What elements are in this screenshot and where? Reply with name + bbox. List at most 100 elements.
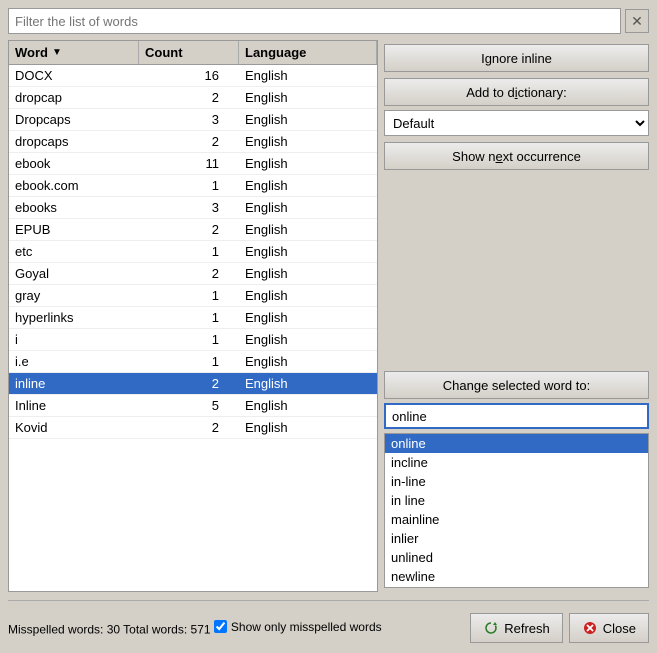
col-header-word[interactable]: Word ▼ — [9, 41, 139, 64]
table-row[interactable]: EPUB 2 English — [9, 219, 377, 241]
table-row[interactable]: gray 1 English — [9, 285, 377, 307]
cell-count: 2 — [139, 219, 239, 240]
table-row[interactable]: Inline 5 English — [9, 395, 377, 417]
cell-count: 1 — [139, 241, 239, 262]
language-col-label: Language — [245, 45, 306, 60]
suggestion-item[interactable]: in line — [385, 491, 648, 510]
col-header-language[interactable]: Language — [239, 41, 377, 64]
cell-language: English — [239, 351, 377, 372]
cell-language: English — [239, 285, 377, 306]
suggestion-item[interactable]: inland — [385, 586, 648, 588]
checkbox-label-text: Show only misspelled words — [231, 620, 382, 634]
table-row[interactable]: Kovid 2 English — [9, 417, 377, 439]
suggestion-item[interactable]: unlined — [385, 548, 648, 567]
add-to-dict-button[interactable]: Add to dictionary: — [384, 78, 649, 106]
cell-count: 2 — [139, 131, 239, 152]
add-dict-label: Add to dictionary: — [466, 85, 566, 100]
cell-count: 1 — [139, 329, 239, 350]
cell-language: English — [239, 373, 377, 394]
table-row[interactable]: i.e 1 English — [9, 351, 377, 373]
cell-word: dropcaps — [9, 131, 139, 152]
cell-language: English — [239, 87, 377, 108]
right-panel: Ignore inline Add to dictionary: Default… — [384, 40, 649, 592]
close-icon — [582, 620, 598, 636]
suggestion-item[interactable]: newline — [385, 567, 648, 586]
dictionary-select[interactable]: Default — [384, 110, 649, 136]
table-row[interactable]: ebooks 3 English — [9, 197, 377, 219]
count-col-label: Count — [145, 45, 183, 60]
filter-input[interactable] — [8, 8, 621, 34]
cell-count: 5 — [139, 395, 239, 416]
cell-language: English — [239, 307, 377, 328]
cell-language: English — [239, 197, 377, 218]
change-word-input[interactable] — [384, 403, 649, 429]
table-row[interactable]: ebook 11 English — [9, 153, 377, 175]
table-row[interactable]: hyperlinks 1 English — [9, 307, 377, 329]
table-row[interactable]: dropcap 2 English — [9, 87, 377, 109]
cell-count: 1 — [139, 351, 239, 372]
cell-language: English — [239, 395, 377, 416]
filter-row: ✕ — [8, 8, 649, 34]
spell-check-dialog: ✕ Word ▼ Count Language DOCX 16 — [0, 0, 657, 653]
clear-filter-button[interactable]: ✕ — [625, 9, 649, 33]
cell-word: i.e — [9, 351, 139, 372]
cell-word: dropcap — [9, 87, 139, 108]
word-table-body[interactable]: DOCX 16 English dropcap 2 English Dropca… — [9, 65, 377, 591]
close-label: Close — [603, 621, 636, 636]
ignore-inline-button[interactable]: Ignore inline — [384, 44, 649, 72]
suggestion-item[interactable]: mainline — [385, 510, 648, 529]
separator — [8, 600, 649, 601]
suggestion-item[interactable]: online — [385, 434, 648, 453]
word-col-label: Word — [15, 45, 48, 60]
cell-count: 2 — [139, 87, 239, 108]
cell-word: EPUB — [9, 219, 139, 240]
refresh-icon — [483, 620, 499, 636]
show-next-button[interactable]: Show next occurrence — [384, 142, 649, 170]
cell-word: DOCX — [9, 65, 139, 86]
cell-word: Inline — [9, 395, 139, 416]
show-next-label: Show next occurrence — [452, 149, 581, 164]
table-row[interactable]: DOCX 16 English — [9, 65, 377, 87]
cell-count: 1 — [139, 307, 239, 328]
close-button[interactable]: Close — [569, 613, 649, 643]
table-row[interactable]: etc 1 English — [9, 241, 377, 263]
status-area: Misspelled words: 30 Total words: 571 Sh… — [8, 620, 462, 637]
change-label: Change selected word to: — [443, 378, 590, 393]
cell-language: English — [239, 65, 377, 86]
table-row[interactable]: i 1 English — [9, 329, 377, 351]
cell-language: English — [239, 241, 377, 262]
table-header: Word ▼ Count Language — [9, 41, 377, 65]
cell-count: 3 — [139, 109, 239, 130]
table-row[interactable]: ebook.com 1 English — [9, 175, 377, 197]
cell-language: English — [239, 131, 377, 152]
cell-word: gray — [9, 285, 139, 306]
misspelled-filter-label[interactable]: Show only misspelled words — [214, 620, 382, 634]
misspelled-filter-checkbox[interactable] — [214, 620, 227, 633]
col-header-count[interactable]: Count — [139, 41, 239, 64]
suggestion-item[interactable]: in-line — [385, 472, 648, 491]
cell-language: English — [239, 263, 377, 284]
cell-language: English — [239, 109, 377, 130]
change-section: Change selected word to: onlineinclinein… — [384, 371, 649, 588]
status-text: Misspelled words: 30 Total words: 571 — [8, 622, 211, 636]
suggestion-item[interactable]: incline — [385, 453, 648, 472]
cell-count: 16 — [139, 65, 239, 86]
suggestion-item[interactable]: inlier — [385, 529, 648, 548]
cell-count: 3 — [139, 197, 239, 218]
cell-word: i — [9, 329, 139, 350]
table-row[interactable]: Goyal 2 English — [9, 263, 377, 285]
table-row[interactable]: inline 2 English — [9, 373, 377, 395]
suggestions-list[interactable]: onlineinclinein-linein linemainlineinlie… — [384, 433, 649, 588]
cell-word: ebooks — [9, 197, 139, 218]
spacer — [384, 176, 649, 365]
sort-icon: ▼ — [52, 47, 62, 58]
cell-count: 2 — [139, 263, 239, 284]
change-word-button[interactable]: Change selected word to: — [384, 371, 649, 399]
cell-language: English — [239, 219, 377, 240]
refresh-button[interactable]: Refresh — [470, 613, 563, 643]
cell-language: English — [239, 175, 377, 196]
table-row[interactable]: dropcaps 2 English — [9, 131, 377, 153]
table-row[interactable]: Dropcaps 3 English — [9, 109, 377, 131]
cell-count: 2 — [139, 373, 239, 394]
refresh-label: Refresh — [504, 621, 550, 636]
